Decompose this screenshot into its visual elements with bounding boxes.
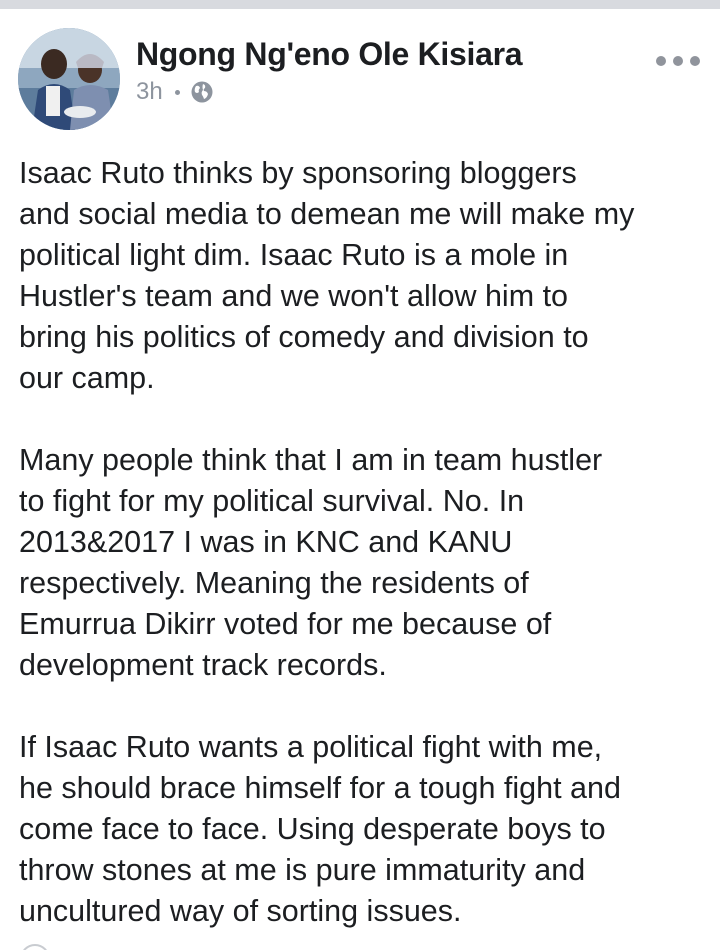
top-divider (0, 0, 720, 9)
post-paragraph: Many people think that I am in team hust… (19, 443, 603, 682)
more-dot (673, 56, 683, 66)
post-text: Isaac Ruto thinks by sponsoring bloggers… (19, 153, 715, 950)
author-avatar[interactable] (18, 28, 120, 130)
more-dot (690, 56, 700, 66)
meta-separator (174, 89, 180, 95)
post-paragraph: If Isaac Ruto wants a political fight wi… (19, 730, 621, 928)
post-meta: 3h (136, 78, 214, 106)
more-dot (656, 56, 666, 66)
avatar-photo (18, 28, 120, 130)
author-name[interactable]: Ngong Ng'eno Ole Kisiara (136, 36, 523, 73)
globe-icon (190, 80, 214, 104)
more-options-icon[interactable] (656, 53, 700, 69)
post-paragraph: Isaac Ruto thinks by sponsoring bloggers… (19, 156, 635, 395)
post-time[interactable]: 3h (136, 78, 163, 106)
